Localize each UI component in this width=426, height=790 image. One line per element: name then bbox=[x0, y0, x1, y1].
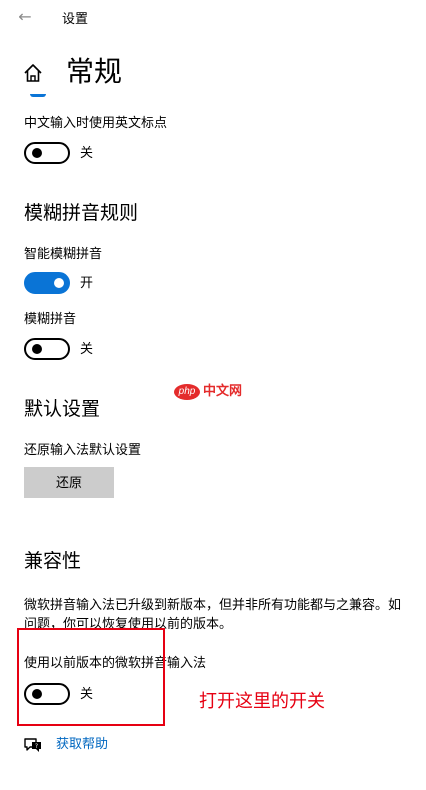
reset-label: 还原输入法默认设置 bbox=[24, 443, 142, 458]
back-arrow-icon[interactable]: ← bbox=[14, 6, 36, 28]
scroll-indicator bbox=[30, 94, 46, 97]
watermark-php: php bbox=[174, 384, 200, 400]
english-punct-state: 关 bbox=[80, 146, 94, 161]
page-title: 常规 bbox=[66, 55, 123, 88]
fuzzy-label: 模糊拼音 bbox=[24, 312, 77, 327]
compat-section-title: 兼容性 bbox=[24, 550, 82, 572]
default-section-title: 默认设置 bbox=[24, 398, 101, 420]
annotation-text: 打开这里的开关 bbox=[199, 691, 325, 712]
svg-text:?: ? bbox=[35, 743, 38, 750]
reset-button[interactable]: 还原 bbox=[24, 467, 114, 498]
home-icon bbox=[24, 64, 42, 82]
watermark: php 中文网 bbox=[174, 384, 242, 400]
fuzzy-toggle[interactable] bbox=[24, 338, 70, 360]
toggle-knob bbox=[32, 344, 42, 354]
fuzzy-state: 关 bbox=[80, 342, 94, 357]
window-title: 设置 bbox=[62, 12, 89, 27]
toggle-knob bbox=[32, 148, 42, 158]
toggle-knob bbox=[54, 278, 64, 288]
highlight-box bbox=[17, 628, 165, 726]
watermark-site: 中文网 bbox=[203, 384, 243, 399]
help-link[interactable]: 获取帮助 bbox=[56, 736, 108, 754]
smart-fuzzy-state: 开 bbox=[80, 276, 94, 291]
english-punct-toggle[interactable] bbox=[24, 142, 70, 164]
english-punct-label: 中文输入时使用英文标点 bbox=[24, 116, 168, 131]
smart-fuzzy-toggle[interactable] bbox=[24, 272, 70, 294]
help-chat-icon[interactable]: ? bbox=[23, 736, 43, 754]
fuzzy-section-title: 模糊拼音规则 bbox=[24, 202, 139, 224]
compat-desc-line1: 微软拼音输入法已升级到新版本，但并非所有功能都与之兼容。如 bbox=[24, 598, 402, 613]
smart-fuzzy-label: 智能模糊拼音 bbox=[24, 247, 103, 262]
